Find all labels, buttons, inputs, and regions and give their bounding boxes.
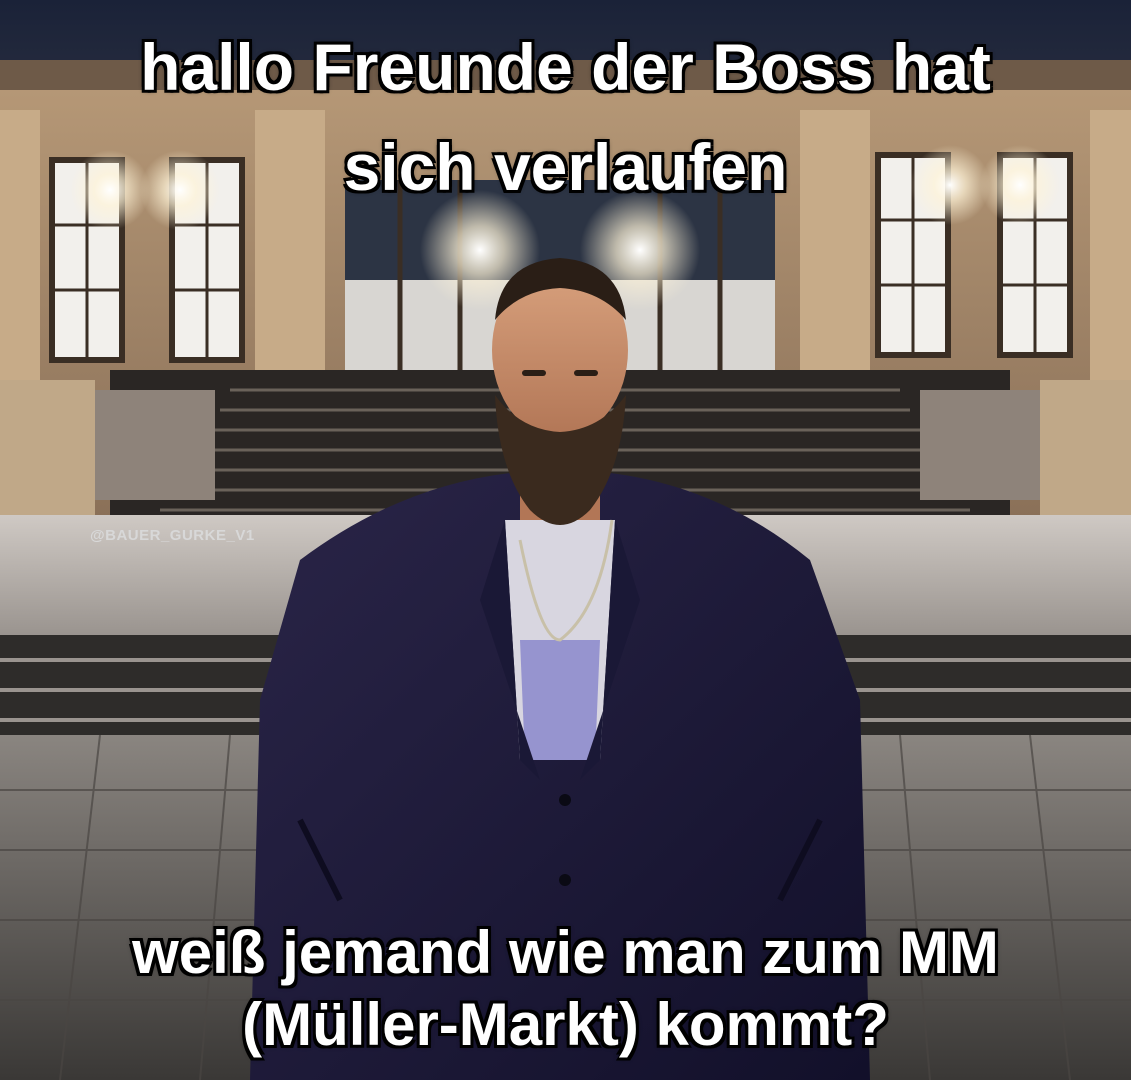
meme-image: @BAUER_GURKE_V1 hallo Freunde der Boss h…	[0, 0, 1131, 1080]
bottom-caption-line-1: weiß jemand wie man zum MM	[132, 919, 999, 986]
bottom-caption-line-2: (Müller-Markt) kommt?	[242, 991, 889, 1058]
top-caption-line-1: hallo Freunde der Boss hat	[140, 30, 991, 104]
watermark-text: @BAUER_GURKE_V1	[90, 527, 255, 544]
top-caption-line-2: sich verlaufen	[343, 130, 788, 204]
